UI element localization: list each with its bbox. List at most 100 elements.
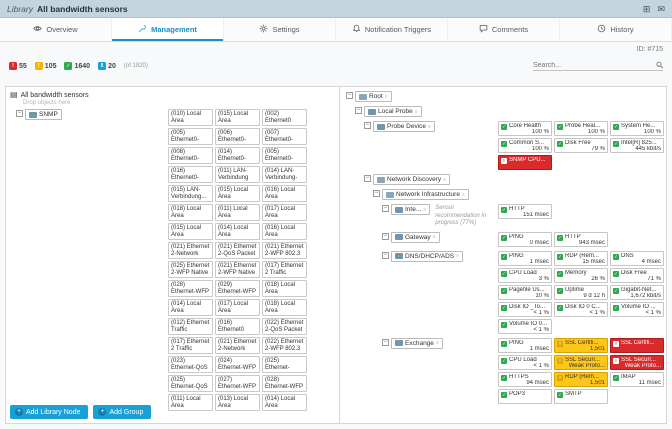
linked-sensor-cell[interactable]: (005) Ethernet0-WFP Native	[168, 128, 213, 145]
linked-sensor-cell[interactable]: (017) Ethernet 2 Traffic	[168, 337, 213, 354]
sensor-box-ssl-securi[interactable]: ! SSL Securi... Weak Proto...	[610, 354, 664, 370]
linked-sensor-cell[interactable]: (015) Local Area	[215, 109, 260, 126]
search-box[interactable]	[533, 61, 663, 71]
linked-sensor-cell[interactable]: (023) Ethernet-QoS Packet	[168, 356, 213, 373]
object-label-probe-device[interactable]: Probe Device ≡	[373, 121, 435, 132]
sensor-box-https[interactable]: ✓ HTTPS 94 msec	[498, 371, 552, 387]
sensor-box-ping[interactable]: ✓ PING 0 msec	[498, 231, 552, 247]
sensor-box-disk-io-0-c[interactable]: ✓ Disk IO 0 C... < 1 %	[554, 301, 608, 317]
linked-sensor-cell[interactable]: (025) Ethernet 2-WFP Native	[168, 261, 213, 278]
status-ok[interactable]: ✓ 1640	[64, 62, 90, 70]
object-label-exchange[interactable]: Exchange ≡	[391, 337, 443, 349]
sensor-box-cpu-load[interactable]: ✓ CPU Load 3 %	[498, 267, 552, 283]
linked-sensor-cell[interactable]: (022) Ethernet 2-QoS Packet	[262, 318, 307, 335]
add-group-button[interactable]: + Add Group	[93, 405, 152, 419]
status-error[interactable]: ! 55	[9, 62, 27, 70]
linked-sensor-cell[interactable]: (006) Ethernet0-WFP Native	[215, 128, 260, 145]
linked-sensor-cell[interactable]: (017) Local Area	[215, 299, 260, 316]
linked-sensor-cell[interactable]: (025) Ethernet-Network	[262, 356, 307, 373]
linked-sensor-cell[interactable]: (025) Ethernet-QoS Packet	[168, 375, 213, 392]
object-label-local-probe[interactable]: Local Probe ≡	[364, 106, 422, 117]
tab-notification-triggers[interactable]: Notification Triggers	[336, 18, 448, 41]
linked-sensor-cell[interactable]: (021) Ethernet 2-WFP 802.3	[262, 242, 307, 259]
linked-sensor-cell[interactable]: (011) Local Area	[215, 204, 260, 221]
collapse-toggle[interactable]: −	[382, 232, 389, 240]
linked-sensor-cell[interactable]: (014) Local Area	[215, 223, 260, 240]
mail-icon[interactable]: ✉	[657, 0, 665, 18]
linked-sensor-cell[interactable]: (011) Local Area	[168, 394, 213, 411]
linked-sensor-cell[interactable]: (021) Ethernet 2-QoS Packet	[215, 242, 260, 259]
linked-sensor-cell[interactable]: (018) Local Area	[168, 204, 213, 221]
linked-sensor-cell[interactable]: (022) Ethernet 2-WFP 802.3	[262, 337, 307, 354]
object-menu-icon[interactable]: ≡	[423, 207, 426, 213]
sensor-box-smtp[interactable]: ✓ SMTP	[554, 388, 608, 404]
sensor-box-disk-free[interactable]: ✓ Disk Free 79 %	[554, 138, 608, 153]
linked-sensor-cell[interactable]: (016) Local Area	[262, 223, 307, 240]
sensor-box-imap[interactable]: ✓ IMAP 11 msec	[610, 371, 664, 387]
collapse-toggle[interactable]: −	[346, 92, 353, 99]
linked-sensor-cell[interactable]: (015) Local Area	[215, 185, 260, 202]
linked-sensor-cell[interactable]: (015) Local Area	[168, 223, 213, 240]
linked-sensor-cell[interactable]: (018) Local Area	[262, 280, 307, 297]
sensor-box-http[interactable]: ✓ HTTP 943 msec	[554, 231, 608, 247]
sensor-box-ssl-certifi[interactable]: ! SSL Certifi...	[610, 337, 664, 353]
tab-management[interactable]: Management	[112, 18, 224, 41]
object-menu-icon[interactable]: ≡	[428, 124, 431, 130]
window-icon[interactable]: ⊞	[643, 0, 651, 18]
linked-sensor-cell[interactable]: (028) Ethernet-WFP 802.3	[168, 280, 213, 297]
sensor-box-volume-io[interactable]: ✓ Volume IO ... < 1 %	[610, 301, 664, 317]
sensor-box-ssl-securi[interactable]: ! SSL Securi... Weak Proto...	[554, 354, 608, 370]
linked-sensor-cell[interactable]: (008) Ethernet0-Traffic	[168, 147, 213, 164]
linked-sensor-cell[interactable]: (010) Local Area	[168, 109, 213, 126]
collapse-toggle[interactable]: −	[364, 122, 371, 129]
linked-sensor-cell[interactable]: (014) Ethernet0-WFP Native	[215, 147, 260, 164]
linked-sensor-cell[interactable]: (011) LAN-Verbindung	[215, 166, 260, 183]
sensor-box-cpu-load[interactable]: ✓ CPU Load < 1 %	[498, 354, 552, 370]
object-label-network-infrastructure[interactable]: Network Infrastructure ≡	[382, 189, 469, 200]
library-root-node[interactable]: ▤ All bandwidth sensors	[10, 91, 335, 99]
linked-sensor-cell[interactable]: (002) Ethernet0 Traffic	[262, 109, 307, 126]
search-icon[interactable]	[656, 61, 663, 69]
object-label-root[interactable]: Root ≡	[355, 91, 392, 102]
linked-sensor-cell[interactable]: (027) Ethernet-WFP Native	[215, 375, 260, 392]
collapse-toggle[interactable]: −	[373, 190, 380, 197]
sensor-box-pagefile-us[interactable]: ✓ Pagefile Us... 10 %	[498, 284, 552, 300]
linked-sensor-cell[interactable]: (017) Ethernet 2 Traffic	[262, 261, 307, 278]
linked-sensor-cell[interactable]: (018) Local Area	[262, 299, 307, 316]
collapse-toggle[interactable]: −	[364, 175, 371, 182]
linked-sensor-cell[interactable]: (005) Ethernet0-WFP 802.3	[262, 147, 307, 164]
object-label-inte[interactable]: Inte... ≡	[391, 204, 431, 215]
sensor-box-rdp-rem[interactable]: ✓ RDP (Rem... 15 msec	[554, 250, 608, 266]
sensor-box-system-he[interactable]: ✓ System He... 100 %	[610, 121, 664, 136]
tab-overview[interactable]: Overview	[0, 18, 112, 41]
search-input[interactable]	[533, 61, 653, 69]
sensor-box-core-health[interactable]: ✓ Core Health 100 %	[498, 121, 552, 136]
object-menu-icon[interactable]: ≡	[415, 109, 418, 115]
linked-sensor-cell[interactable]: (028) Ethernet-WFP 802.3	[262, 375, 307, 392]
sensor-box-rdp-rem[interactable]: ! RDP (Rem... 1,501	[554, 371, 608, 387]
library-node-snmp[interactable]: − SNMP	[10, 109, 160, 411]
sensor-box-pop3[interactable]: ✓ POP3	[498, 388, 552, 404]
linked-sensor-cell[interactable]: (014) LAN-Verbindung-QoS	[262, 166, 307, 183]
linked-sensor-cell[interactable]: (021) Ethernet 2-Network	[215, 337, 260, 354]
object-label-gateway[interactable]: Gateway ≡	[391, 231, 440, 243]
collapse-toggle[interactable]: −	[355, 107, 362, 114]
linked-sensor-cell[interactable]: (014) Local Area	[262, 394, 307, 411]
linked-sensor-cell[interactable]: (014) Local Area	[168, 299, 213, 316]
tab-settings[interactable]: Settings	[224, 18, 336, 41]
sensor-box-disk-free[interactable]: ✓ Disk Free 71 %	[610, 267, 664, 283]
linked-sensor-cell[interactable]: (021) Ethernet 2-WFP Native	[215, 261, 260, 278]
sensor-box-uptime[interactable]: ✓ Uptime 9 d 12 h	[554, 284, 608, 300]
object-menu-icon[interactable]: ≡	[456, 253, 459, 259]
linked-sensor-cell[interactable]: (024) Ethernet-WFP 802.3	[215, 356, 260, 373]
sensor-box-common-s[interactable]: ✓ Common S... 100 %	[498, 138, 552, 153]
add-library-node-button[interactable]: + Add Library Node	[10, 405, 89, 419]
sensor-box-snmp-cpu[interactable]: ! SNMP CPU...	[498, 155, 552, 170]
sensor-box-volume-io-0[interactable]: ✓ Volume IO 0... < 1 %	[498, 318, 552, 334]
linked-sensor-cell[interactable]: (016) Ethernet0-WFP 802.3	[168, 166, 213, 183]
object-menu-icon[interactable]: ≡	[462, 192, 465, 198]
collapse-toggle[interactable]: −	[16, 110, 23, 117]
object-menu-icon[interactable]: ≡	[433, 234, 436, 240]
linked-sensor-cell[interactable]: (021) Ethernet 2-Network	[168, 242, 213, 259]
linked-sensor-cell[interactable]: (015) LAN-Verbindung...	[168, 185, 213, 202]
